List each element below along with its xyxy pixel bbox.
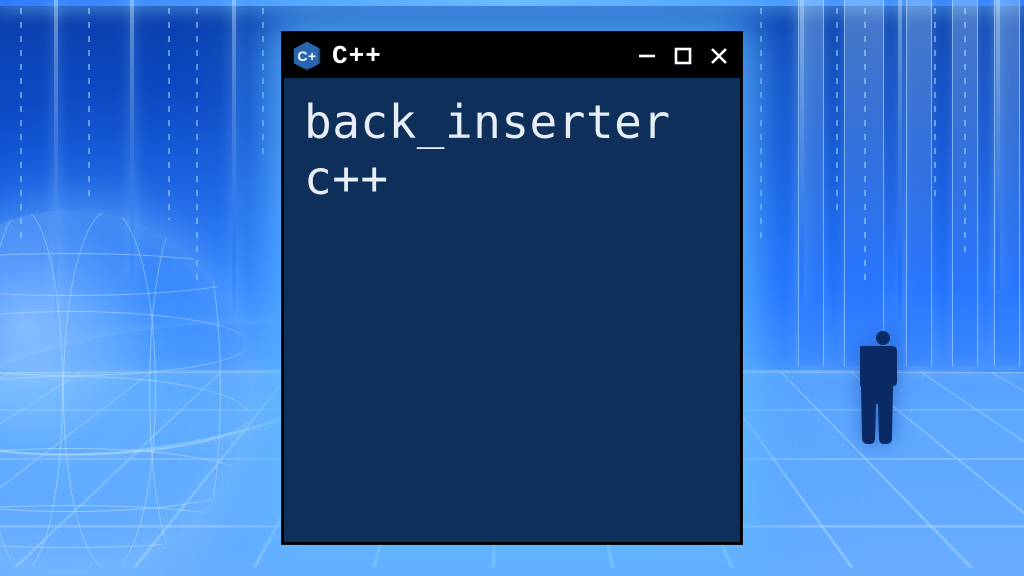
minimize-button[interactable] xyxy=(636,45,658,67)
maximize-button[interactable] xyxy=(672,45,694,67)
person-silhouette xyxy=(860,328,906,448)
background-glow-panels xyxy=(744,0,1024,366)
window-controls xyxy=(636,45,730,67)
cpp-logo-icon: C+ xyxy=(292,41,322,71)
titlebar[interactable]: C+ C++ xyxy=(284,34,740,78)
content-line-2: c++ xyxy=(304,150,722,206)
window-title: C++ xyxy=(332,43,636,69)
terminal-content: back_inserter c++ xyxy=(284,78,740,224)
close-button[interactable] xyxy=(708,45,730,67)
content-line-1: back_inserter xyxy=(304,94,722,150)
wireframe-globe xyxy=(0,210,250,570)
terminal-window: C+ C++ back_inserter c++ xyxy=(282,32,742,544)
cpp-logo-text: C+ xyxy=(297,49,316,63)
